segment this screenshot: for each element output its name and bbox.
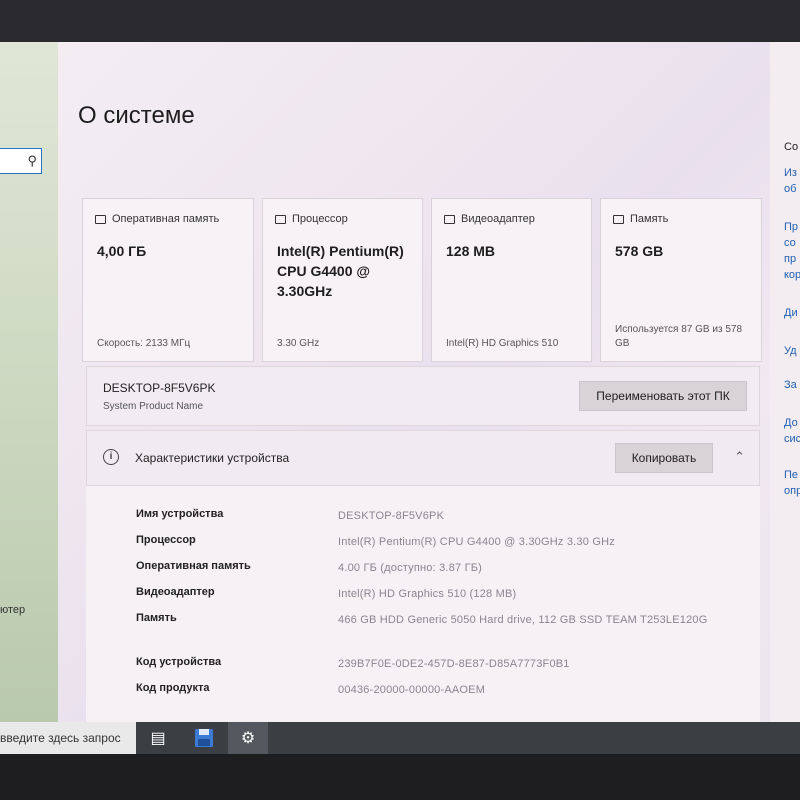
spec-key: Видеоадаптер — [136, 586, 215, 598]
search-icon[interactable]: ⚲ — [27, 153, 37, 169]
spec-value: 466 GB HDD Generic 5050 Hard drive, 112 … — [338, 614, 708, 626]
display-adapter-icon — [444, 214, 455, 224]
spec-value: Intel(R) Pentium(R) CPU G4400 @ 3.30GHz … — [338, 536, 615, 548]
info-icon: i — [103, 449, 119, 465]
spec-key: Код продукта — [136, 682, 210, 694]
processor-icon — [275, 214, 286, 224]
copy-button[interactable]: Копировать — [615, 443, 713, 473]
device-specs-list: Имя устройства DESKTOP-8F5V6PK Процессор… — [86, 486, 760, 722]
related-link[interactable]: пр — [784, 252, 796, 267]
storage-icon — [613, 214, 624, 224]
spec-value: 4.00 ГБ (доступно: 3.87 ГБ) — [338, 562, 483, 574]
card-storage: Память 578 GB Используется 87 GB из 578 … — [600, 198, 762, 362]
spec-value: 00436-20000-00000-AAOEM — [338, 684, 486, 696]
related-link[interactable]: со — [784, 236, 796, 251]
page-title: О системе — [78, 102, 195, 129]
card-gpu: Видеоадаптер 128 MB Intel(R) HD Graphics… — [431, 198, 592, 362]
spec-value: Intel(R) HD Graphics 510 (128 MB) — [338, 588, 517, 600]
taskbar: введите здесь запрос ▤ ⚙ — [0, 722, 800, 754]
related-link[interactable]: Из — [784, 166, 797, 181]
memory-icon — [95, 214, 106, 224]
related-heading: Со — [784, 141, 799, 153]
main-content: О системе Оперативная память 4,00 ГБ Ско… — [58, 42, 770, 722]
device-name: DESKTOP-8F5V6PK — [103, 381, 216, 395]
sidebar: ⚲ ютер — [0, 42, 58, 722]
spec-key: Память — [136, 612, 177, 624]
card-ram-label: Оперативная память — [112, 213, 220, 225]
related-link[interactable]: Пе — [784, 468, 798, 483]
spec-key: Процессор — [136, 534, 196, 546]
card-storage-label: Память — [630, 213, 669, 225]
spec-value: 239B7F0E-0DE2-457D-8E87-D85A7773F0B1 — [338, 658, 570, 670]
task-view-icon[interactable]: ▤ — [138, 722, 178, 754]
spec-key: Имя устройства — [136, 508, 224, 520]
sidebar-search-input[interactable]: ⚲ — [0, 148, 42, 174]
rename-pc-button[interactable]: Переименовать этот ПК — [579, 381, 747, 411]
related-link[interactable]: сис — [784, 432, 800, 447]
related-link[interactable]: опр — [784, 484, 800, 499]
settings-gear-icon[interactable]: ⚙ — [228, 722, 268, 754]
related-settings-panel: Со Из об Пр со пр кор Ди Уд За До сис Пе… — [770, 42, 800, 722]
card-storage-value: 578 GB — [615, 243, 664, 259]
card-gpu-sub: Intel(R) HD Graphics 510 — [446, 338, 559, 349]
floppy-disk-icon[interactable] — [184, 722, 224, 754]
card-gpu-value: 128 MB — [446, 243, 496, 259]
device-specs-title: Характеристики устройства — [135, 451, 290, 465]
card-storage-sub: Используется 87 GB из 578 GB — [615, 324, 743, 349]
device-sublabel: System Product Name — [103, 401, 204, 412]
related-link[interactable]: об — [784, 182, 796, 197]
card-cpu: Процессор Intel(R) Pentium(R) CPU G4400 … — [262, 198, 423, 362]
related-link[interactable]: Пр — [784, 220, 798, 235]
taskbar-search-box[interactable]: введите здесь запрос — [0, 722, 136, 754]
sidebar-item-fragment[interactable]: ютер — [0, 604, 25, 616]
card-cpu-label: Процессор — [292, 213, 348, 225]
related-link[interactable]: За — [784, 378, 797, 393]
related-link[interactable]: Ди — [784, 306, 798, 321]
card-ram: Оперативная память 4,00 ГБ Скорость: 213… — [82, 198, 254, 362]
card-cpu-value: Intel(R) Pentium(R) CPU G4400 @ 3.30GHz — [277, 243, 404, 299]
card-cpu-sub: 3.30 GHz — [277, 338, 320, 349]
card-ram-sub: Скорость: 2133 МГц — [97, 338, 191, 349]
card-ram-value: 4,00 ГБ — [97, 243, 147, 259]
settings-window: ⚲ ютер О системе Оперативная память 4,00… — [0, 42, 800, 722]
spec-key: Код устройства — [136, 656, 222, 668]
screen-bezel — [0, 754, 800, 800]
related-link[interactable]: кор — [784, 268, 800, 283]
device-name-bar: DESKTOP-8F5V6PK System Product Name Пере… — [86, 366, 760, 426]
spec-key: Оперативная память — [136, 560, 251, 572]
related-link[interactable]: До — [784, 416, 798, 431]
chevron-up-icon[interactable]: ⌃ — [734, 449, 745, 465]
spec-value: DESKTOP-8F5V6PK — [338, 510, 445, 522]
related-link[interactable]: Уд — [784, 344, 797, 359]
device-specs-header[interactable]: i Характеристики устройства Копировать ⌃ — [86, 430, 760, 486]
card-gpu-label: Видеоадаптер — [461, 213, 535, 225]
